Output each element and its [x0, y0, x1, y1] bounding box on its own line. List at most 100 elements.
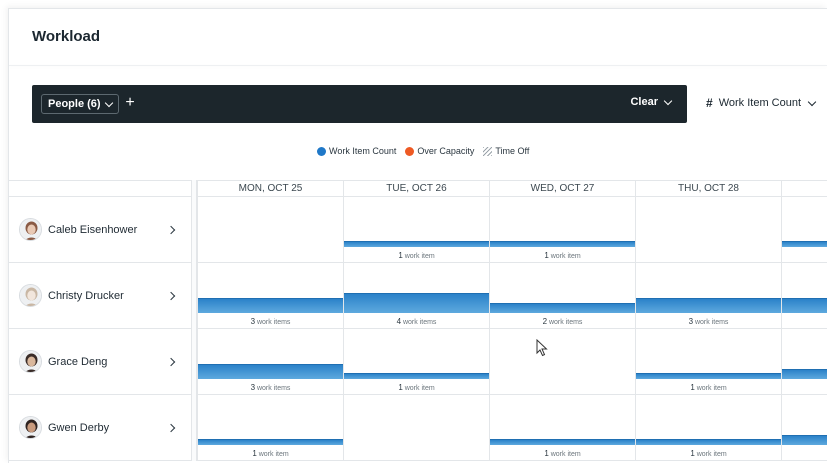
work-item-count: 3: [250, 383, 256, 392]
day-cell[interactable]: 1 work item: [343, 329, 489, 394]
workload-bar[interactable]: [782, 369, 827, 379]
day-cell[interactable]: [781, 329, 827, 394]
work-item-label: 4 work items: [344, 317, 489, 326]
work-item-count: 1: [398, 383, 403, 392]
person-row: Gwen Derby 1 work item 1 work item 1 work i…: [9, 395, 827, 461]
workload-bar[interactable]: [198, 298, 343, 313]
work-item-count: 1: [544, 251, 549, 260]
workload-bar[interactable]: [636, 439, 781, 445]
people-filter-chip[interactable]: People (6): [41, 94, 119, 114]
workload-bar[interactable]: [344, 373, 489, 379]
chevron-right-icon: [166, 423, 176, 433]
add-filter-button[interactable]: +: [123, 93, 137, 113]
workload-bar[interactable]: [198, 439, 343, 445]
workload-bar[interactable]: [344, 293, 489, 313]
work-item-label: 1 work item: [198, 449, 343, 458]
people-filter-label: People (6): [48, 98, 101, 110]
work-item-label: 1 work item: [636, 449, 781, 458]
hash-icon: #: [706, 96, 713, 110]
legend: Work Item Count Over Capacity Time Off: [317, 146, 538, 156]
day-cell[interactable]: [635, 197, 781, 262]
work-item-unit: work items: [548, 319, 583, 326]
work-item-label: 2 work items: [490, 317, 635, 326]
workload-bar[interactable]: [490, 439, 635, 445]
work-item-count: 1: [252, 449, 257, 458]
mouse-pointer-icon: [536, 339, 548, 357]
person-row: Grace Deng 3 work items 1 work item 1 work …: [9, 329, 827, 395]
work-item-count: 1: [544, 449, 549, 458]
workload-bar[interactable]: [636, 298, 781, 313]
workload-bar[interactable]: [344, 241, 489, 247]
work-item-label: 1 work item: [344, 251, 489, 260]
work-item-unit: work item: [404, 385, 435, 392]
clear-label: Clear: [630, 96, 658, 108]
person-name: Grace Deng: [48, 356, 108, 368]
metric-dropdown[interactable]: # Work Item Count: [706, 96, 817, 110]
work-item-label: 1 work item: [344, 383, 489, 392]
avatar: [19, 218, 42, 241]
work-item-count: 4: [396, 317, 402, 326]
workload-bar[interactable]: [782, 241, 827, 247]
day-cell[interactable]: 3 work items: [197, 263, 343, 328]
workload-bar[interactable]: [490, 241, 635, 247]
work-item-unit: work items: [402, 319, 437, 326]
legend-item: Time Off: [483, 146, 529, 156]
chevron-right-icon: [166, 225, 176, 235]
day-cell[interactable]: 1 work item: [489, 395, 635, 460]
work-item-count: 2: [542, 317, 548, 326]
day-cell[interactable]: 3 work items: [197, 329, 343, 394]
title-divider: [9, 65, 827, 66]
work-item-unit: work item: [550, 253, 581, 260]
work-item-label: 3 work items: [198, 383, 343, 392]
work-item-count: 1: [398, 251, 403, 260]
work-item-count: 1: [690, 449, 695, 458]
day-cell[interactable]: 1 work item: [635, 395, 781, 460]
filter-bar: People (6) + Clear: [32, 85, 687, 123]
chevron-right-icon: [166, 357, 176, 367]
legend-item: Work Item Count: [317, 146, 396, 156]
person-row: Caleb Eisenhower 1 work item 1 work item: [9, 197, 827, 263]
chevron-right-icon: [166, 291, 176, 301]
day-cell[interactable]: [197, 197, 343, 262]
person-row-header[interactable]: Caleb Eisenhower: [9, 197, 191, 262]
work-item-unit: work item: [550, 451, 581, 458]
page-title: Workload: [32, 28, 101, 45]
workload-bar[interactable]: [782, 298, 827, 313]
day-cell[interactable]: [343, 395, 489, 460]
day-cell[interactable]: 3 work items: [635, 263, 781, 328]
day-cell[interactable]: [781, 263, 827, 328]
workload-bar[interactable]: [636, 373, 781, 379]
day-cell[interactable]: 2 work items: [489, 263, 635, 328]
day-column-header: TUE, OCT 26: [343, 181, 489, 197]
legend-label: Work Item Count: [329, 146, 397, 156]
day-cell[interactable]: 1 work item: [343, 197, 489, 262]
person-row-header[interactable]: Christy Drucker: [9, 263, 191, 328]
day-column-header: THU, OCT 28: [635, 181, 781, 197]
hatch-swatch-icon: [483, 146, 493, 156]
work-item-count: 1: [690, 383, 695, 392]
day-column-header: MON, OCT 25: [197, 181, 343, 197]
day-cell[interactable]: 1 work item: [489, 197, 635, 262]
workload-bar[interactable]: [490, 303, 635, 313]
day-cell[interactable]: [489, 329, 635, 394]
work-item-label: 1 work item: [636, 383, 781, 392]
day-cell[interactable]: 1 work item: [635, 329, 781, 394]
workload-bar[interactable]: [782, 435, 827, 445]
person-row-header[interactable]: Grace Deng: [9, 329, 191, 394]
work-item-unit: work item: [696, 451, 727, 458]
work-item-unit: work items: [256, 385, 291, 392]
day-cell[interactable]: [781, 395, 827, 460]
work-item-count: 3: [250, 317, 256, 326]
avatar: [19, 350, 42, 373]
person-name: Gwen Derby: [48, 422, 110, 434]
day-cell[interactable]: [781, 197, 827, 262]
person-row-header[interactable]: Gwen Derby: [9, 395, 191, 460]
day-cell[interactable]: 1 work item: [197, 395, 343, 460]
work-item-label: 3 work items: [636, 317, 781, 326]
day-column-header: [781, 181, 827, 197]
chevron-down-icon: [807, 97, 817, 106]
day-cell[interactable]: 4 work items: [343, 263, 489, 328]
work-item-unit: work item: [258, 451, 289, 458]
workload-bar[interactable]: [198, 364, 343, 379]
clear-button[interactable]: Clear: [630, 96, 673, 108]
